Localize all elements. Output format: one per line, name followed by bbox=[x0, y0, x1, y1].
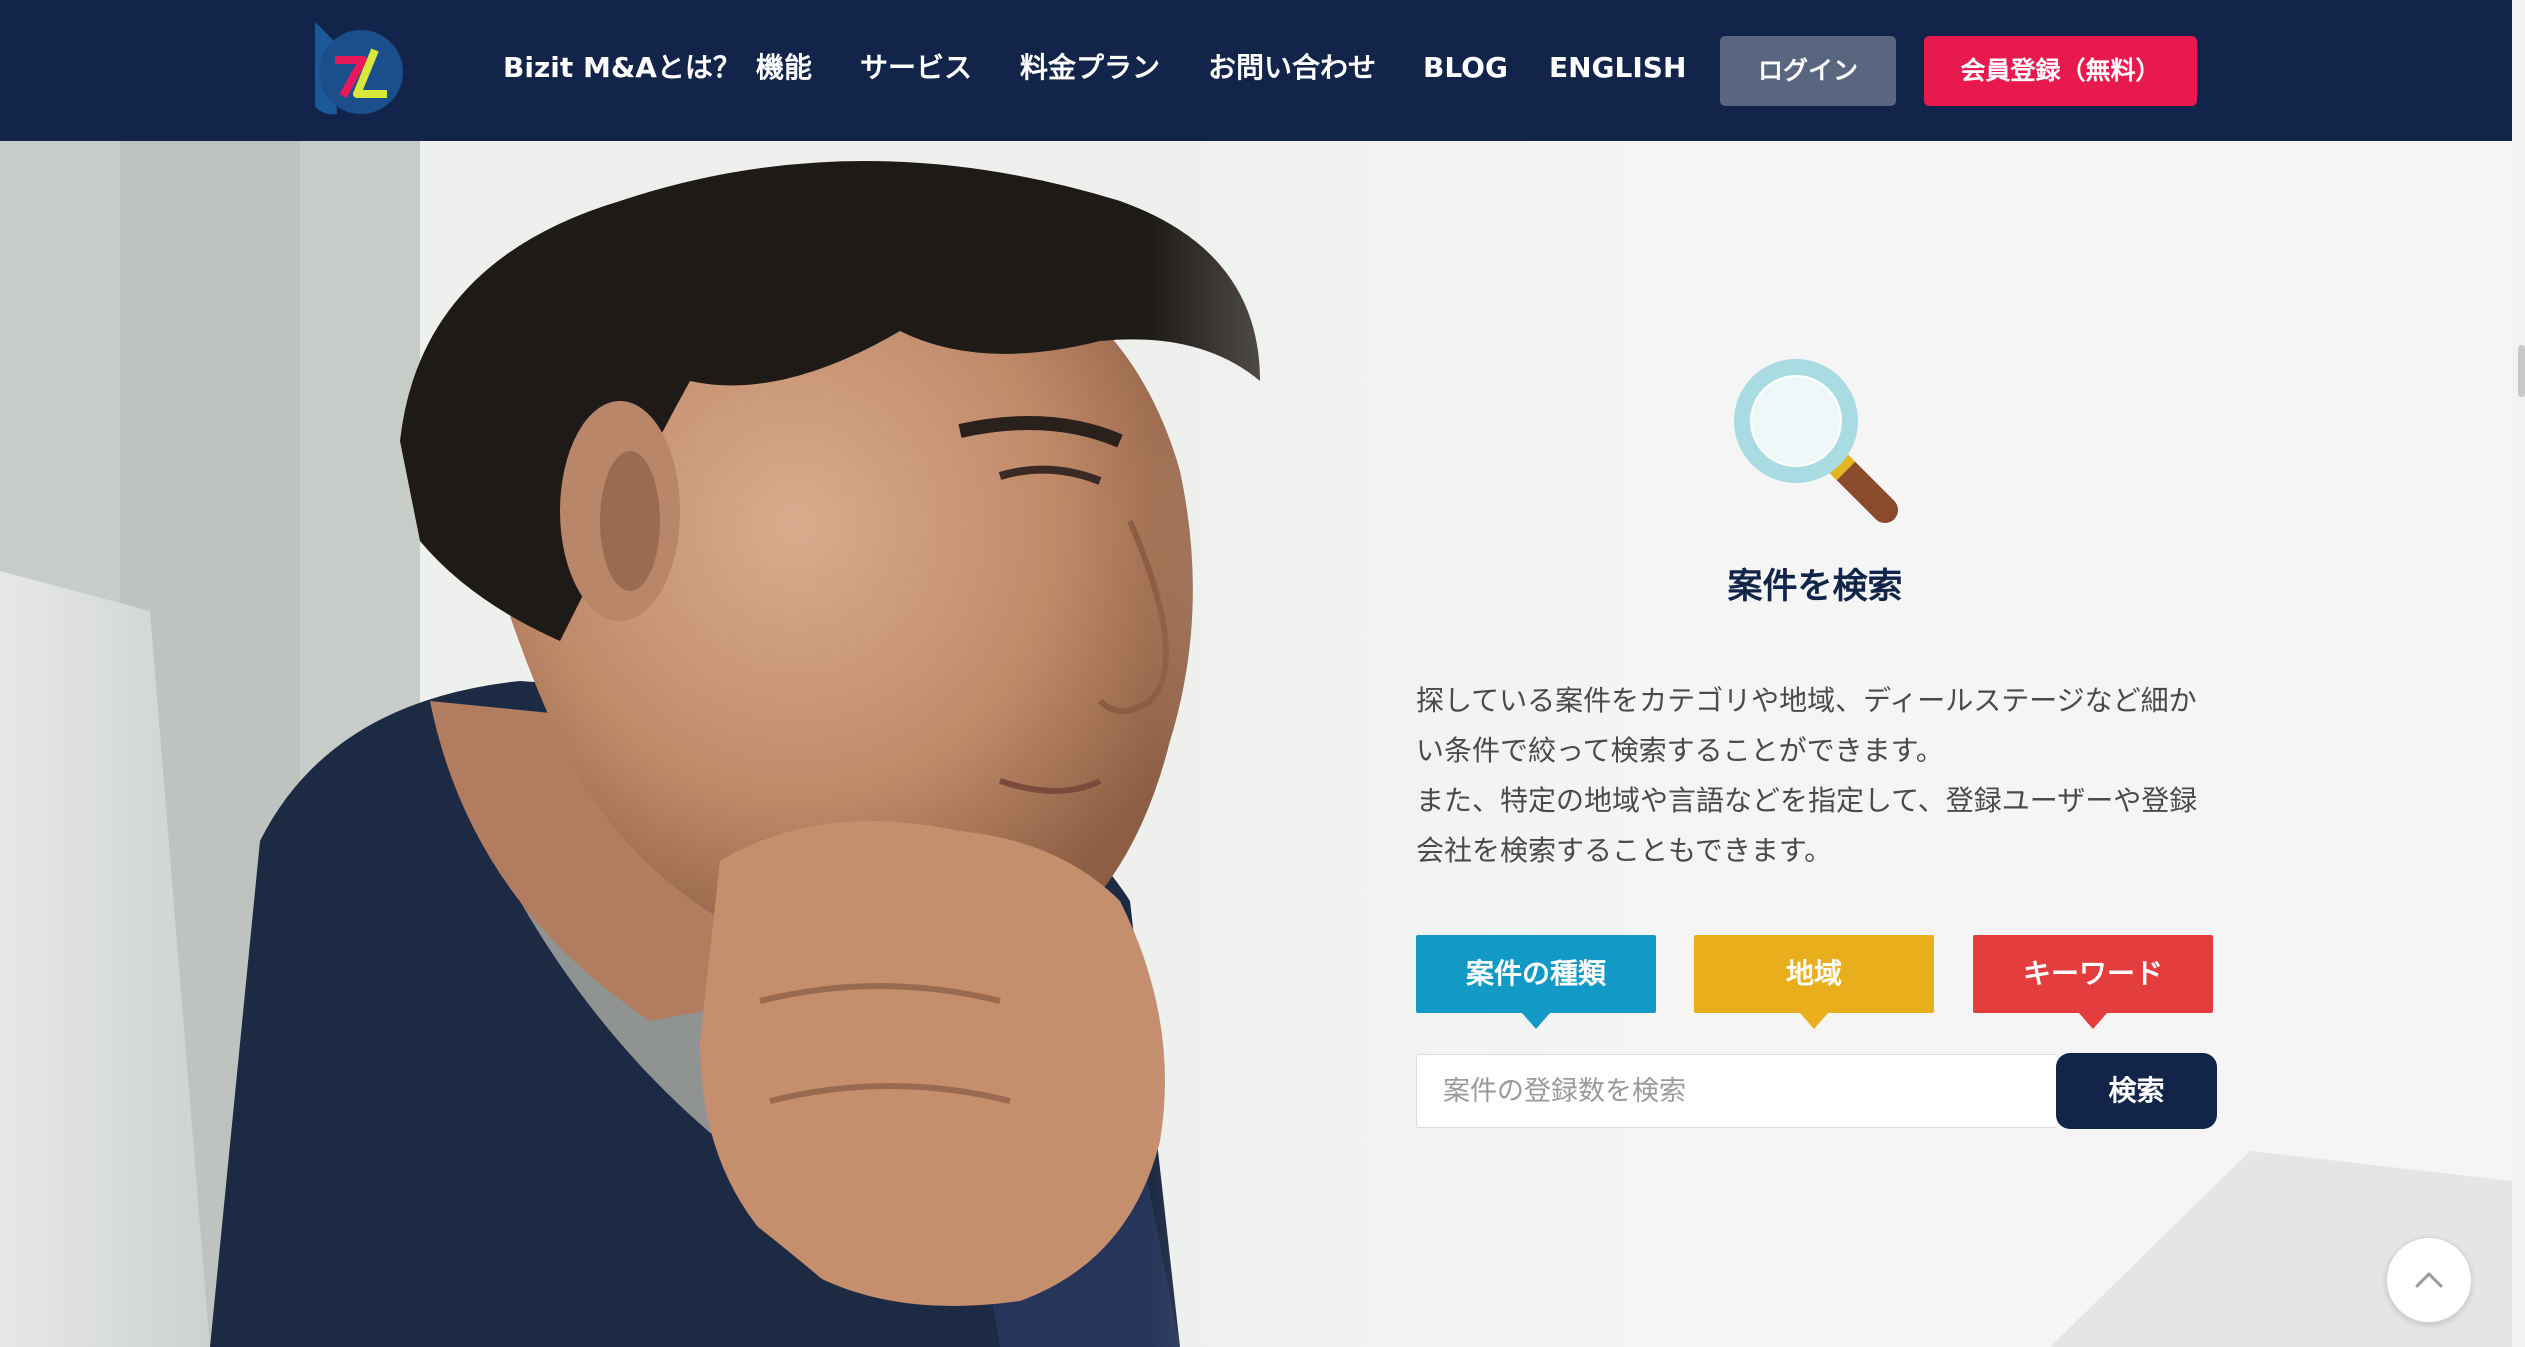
register-button[interactable]: 会員登録（無料） bbox=[1924, 36, 2197, 106]
nav-about[interactable]: Bizit M&Aとは？ bbox=[503, 46, 741, 90]
nav-english[interactable]: ENGLISH bbox=[1549, 46, 1686, 90]
scrollbar-thumb[interactable] bbox=[2518, 345, 2525, 397]
nav-features[interactable]: 機能 bbox=[756, 46, 812, 90]
search-title: 案件を検索 bbox=[1727, 567, 1903, 607]
tab-region[interactable]: 地域 bbox=[1694, 935, 1934, 1029]
bizit-logo-icon[interactable] bbox=[313, 20, 405, 118]
search-description-line: 探している案件をカテゴリや地域、ディールステージなど細かい条件で絞って検索するこ… bbox=[1416, 684, 2197, 767]
search-description: 探している案件をカテゴリや地域、ディールステージなど細かい条件で絞って検索するこ… bbox=[1416, 676, 2216, 876]
chevron-up-icon bbox=[2415, 1272, 2443, 1288]
tab-keyword[interactable]: キーワード bbox=[1973, 935, 2213, 1029]
nav-services[interactable]: サービス bbox=[860, 46, 972, 90]
search-input[interactable] bbox=[1416, 1054, 2056, 1128]
nav-blog[interactable]: BLOG bbox=[1423, 46, 1508, 90]
login-button[interactable]: ログイン bbox=[1720, 36, 1896, 106]
search-description-line: また、特定の地域や言語などを指定して、登録ユーザーや登録会社を検索することもでき… bbox=[1416, 784, 2198, 867]
site-header: Bizit M&Aとは？ 機能 サービス 料金プラン お問い合わせ BLOG E… bbox=[0, 0, 2512, 141]
tab-deal-type[interactable]: 案件の種類 bbox=[1416, 935, 1656, 1029]
nav-pricing[interactable]: 料金プラン bbox=[1020, 46, 1160, 90]
page-scrollbar[interactable] bbox=[2512, 0, 2525, 1347]
back-to-top-button[interactable] bbox=[2386, 1237, 2472, 1323]
nav-contact[interactable]: お問い合わせ bbox=[1208, 46, 1376, 90]
search-button[interactable]: 検索 bbox=[2056, 1053, 2217, 1129]
magnifier-icon bbox=[1734, 359, 1898, 523]
